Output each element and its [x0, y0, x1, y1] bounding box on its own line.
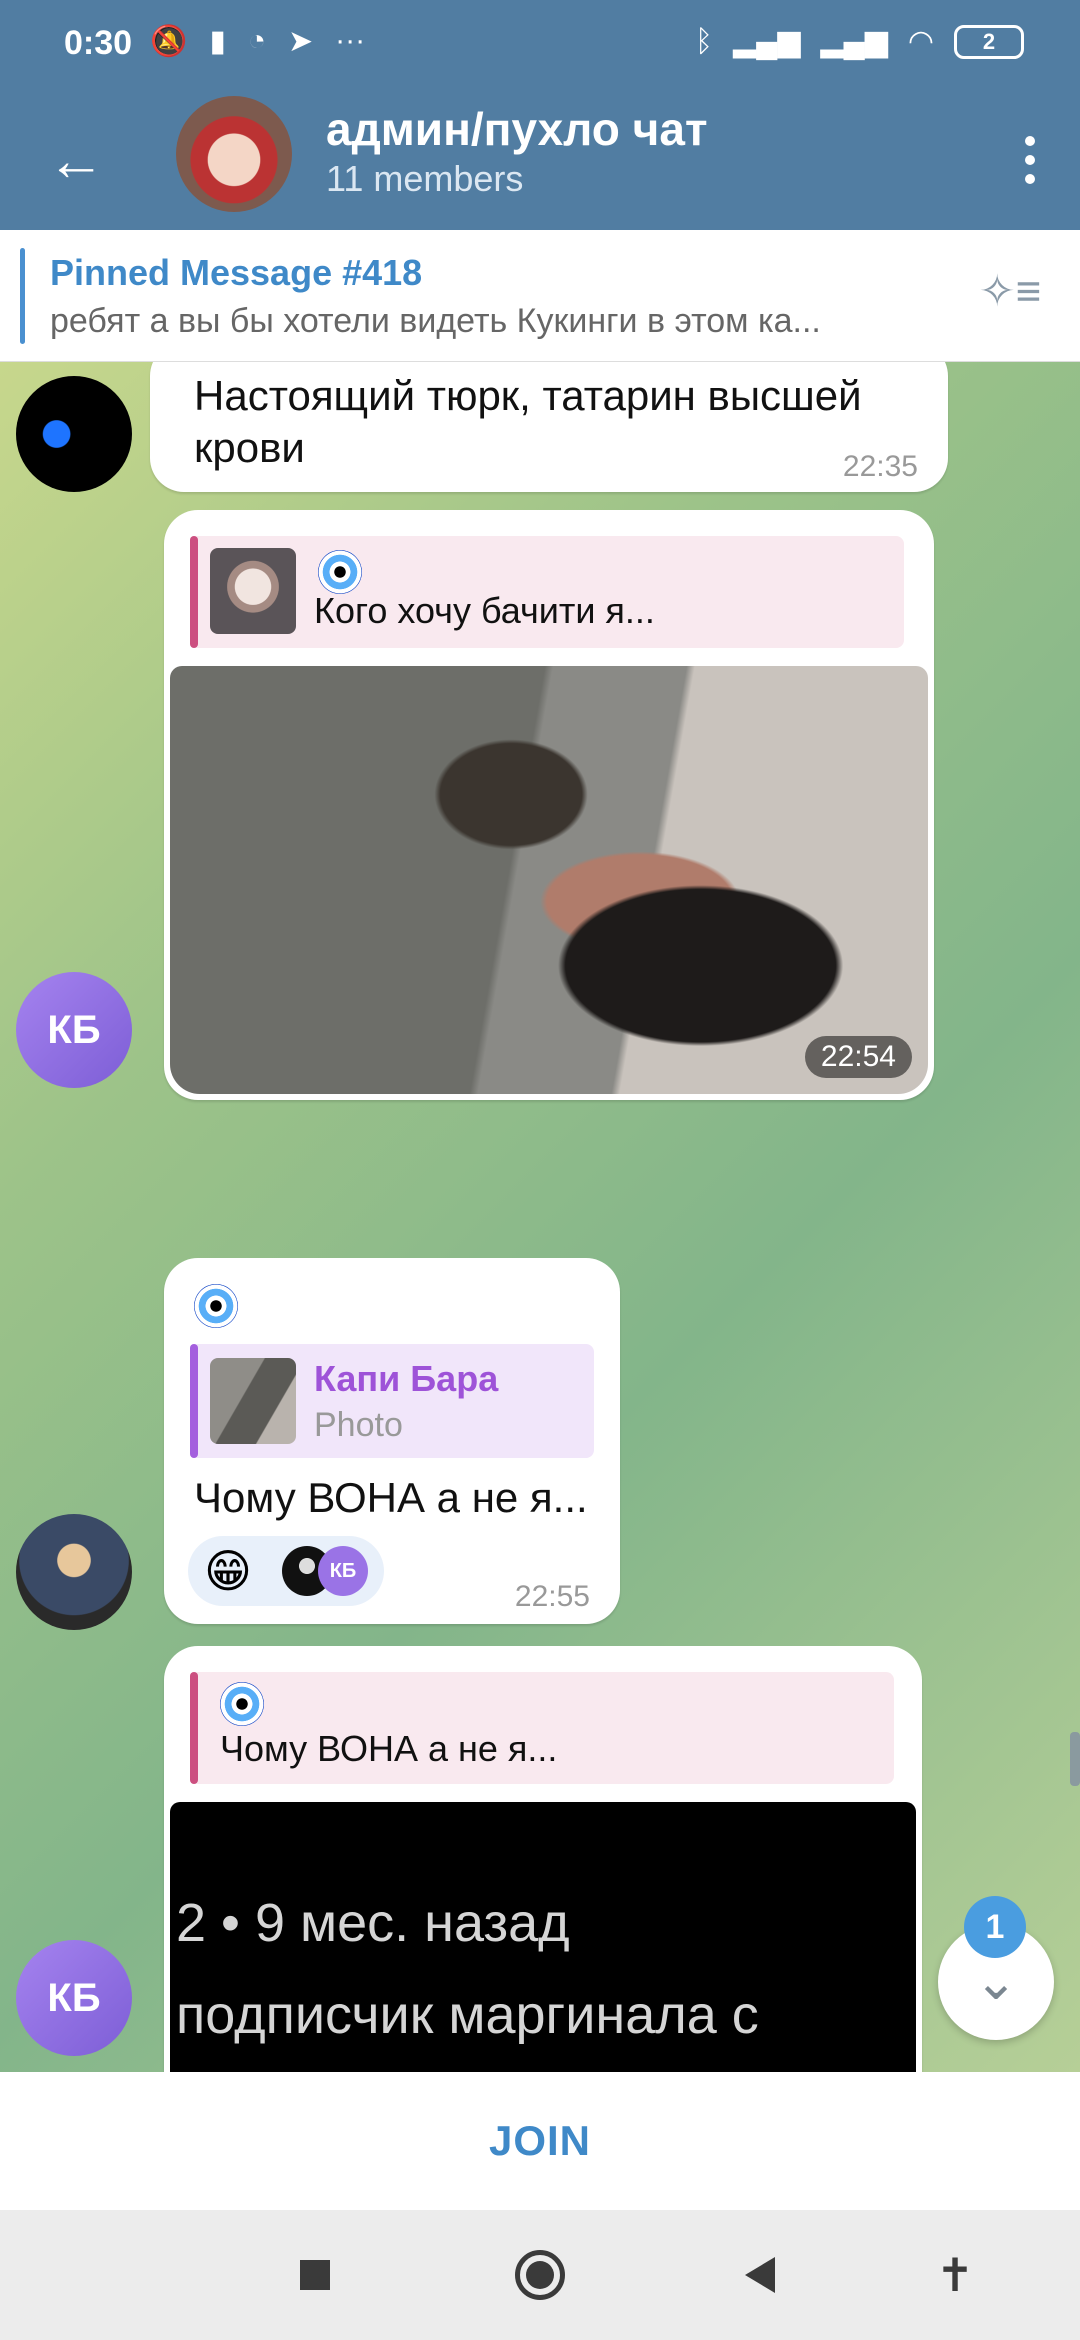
- reply-thumbnail: [210, 1358, 296, 1444]
- battery-saver-icon: ▮: [209, 25, 226, 58]
- avatar[interactable]: КБ: [16, 1940, 132, 2056]
- reply-preview[interactable]: Капи Бара Photo: [190, 1344, 594, 1458]
- avatar[interactable]: [16, 1514, 132, 1630]
- message-bubble[interactable]: Кого хочу бачити я... 22:54: [164, 510, 934, 1100]
- reply-text: Кого хочу бачити я...: [314, 590, 655, 631]
- unread-badge: 1: [964, 1896, 1026, 1958]
- message-time: 22:55: [514, 1580, 590, 1613]
- chat-member-count[interactable]: 11 members: [326, 158, 523, 200]
- status-notification-icons: 🔕 ▮ ◔ ➤ ···: [150, 24, 365, 59]
- reaction-chip[interactable]: 😁 КБ: [188, 1536, 384, 1606]
- message-bubble[interactable]: Чому ВОНА а не я... 2 • 9 мес. назад под…: [164, 1646, 922, 2072]
- more-vertical-icon[interactable]: [1000, 120, 1060, 200]
- bell-muted-icon: 🔕: [150, 25, 188, 58]
- reply-media-type: Photo: [314, 1406, 403, 1444]
- reaction-emoji: 😁: [204, 1545, 252, 1597]
- avatar[interactable]: КБ: [16, 972, 132, 1088]
- square-icon: [300, 2260, 330, 2290]
- arrow-left-icon[interactable]: ←: [40, 124, 112, 196]
- chat-icon: ◔: [247, 24, 266, 57]
- triangle-back-icon: [745, 2257, 775, 2293]
- message-video[interactable]: 2 • 9 мес. назад подписчик маргинала с: [170, 1802, 916, 2072]
- message-time: 22:35: [842, 450, 918, 483]
- back-button[interactable]: [725, 2240, 795, 2310]
- pinned-indicator: [20, 248, 25, 344]
- status-bar: 0:30 🔕 ▮ ◔ ➤ ··· ᛒ ▂▄▆ ▂▄▆ ◠ 2: [0, 0, 1080, 96]
- message-text: Чому ВОНА а не я...: [194, 1474, 588, 1521]
- message-text: Настоящий тюрк, татарин высшей крови: [194, 372, 862, 471]
- avatar[interactable]: [16, 376, 132, 492]
- reply-sender: Капи Бара: [314, 1358, 499, 1399]
- nazar-eye-icon: [220, 1682, 264, 1726]
- reply-preview[interactable]: Чому ВОНА а не я...: [190, 1672, 894, 1784]
- circle-icon: [515, 2250, 565, 2300]
- nazar-eye-icon: [318, 550, 362, 594]
- recents-button[interactable]: [280, 2240, 350, 2310]
- status-system-icons: ᛒ ▂▄▆ ▂▄▆ ◠ 2: [695, 24, 1024, 59]
- chat-avatar[interactable]: [176, 96, 292, 212]
- system-nav-bar: ✝: [0, 2210, 1080, 2340]
- bluetooth-icon: ᛒ: [695, 24, 713, 58]
- chat-header: ← админ/пухло чат 11 members: [0, 96, 1080, 230]
- join-button[interactable]: JOIN: [489, 2117, 591, 2165]
- chat-title[interactable]: админ/пухло чат: [326, 102, 707, 156]
- reply-thumbnail: [210, 548, 296, 634]
- message-bubble[interactable]: Настоящий тюрк, татарин высшей крови 22:…: [150, 362, 948, 492]
- reply-text: Чому ВОНА а не я...: [220, 1728, 558, 1769]
- photo-time: 22:54: [804, 1036, 912, 1078]
- reply-preview[interactable]: Кого хочу бачити я...: [190, 536, 904, 648]
- pinned-message-bar[interactable]: Pinned Message #418 ребят а вы бы хотели…: [0, 230, 1080, 362]
- signal-icon: ▂▄▆: [820, 25, 888, 58]
- signal-icon: ▂▄▆: [733, 25, 801, 58]
- join-bar: JOIN: [0, 2072, 1080, 2210]
- video-caption-line: 2 • 9 мес. назад: [176, 1893, 570, 1953]
- battery-icon: 2: [954, 24, 1024, 59]
- wifi-icon: ◠: [907, 25, 934, 58]
- nazar-eye-icon: [194, 1284, 238, 1328]
- reaction-avatar: КБ: [318, 1546, 368, 1596]
- chevron-down-icon: ⌄: [974, 1953, 1018, 2011]
- pinned-title: Pinned Message #418: [50, 252, 423, 293]
- home-button[interactable]: [505, 2240, 575, 2310]
- accessibility-icon[interactable]: ✝: [920, 2240, 990, 2310]
- more-dots-icon: ···: [335, 24, 366, 57]
- pinned-text: ребят а вы бы хотели видеть Кукинги в эт…: [50, 302, 821, 340]
- scrollbar-thumb[interactable]: [1070, 1732, 1080, 1786]
- pin-list-icon[interactable]: ✧≡: [970, 266, 1050, 326]
- telegram-icon: ➤: [288, 25, 314, 58]
- status-time: 0:30: [64, 24, 133, 62]
- video-caption-line: подписчик маргинала с: [176, 1985, 759, 2045]
- chat-messages[interactable]: Настоящий тюрк, татарин высшей крови 22:…: [0, 362, 1080, 2072]
- message-photo[interactable]: 22:54: [170, 666, 928, 1094]
- message-bubble[interactable]: Капи Бара Photo Чому ВОНА а не я... 😁 КБ…: [164, 1258, 620, 1624]
